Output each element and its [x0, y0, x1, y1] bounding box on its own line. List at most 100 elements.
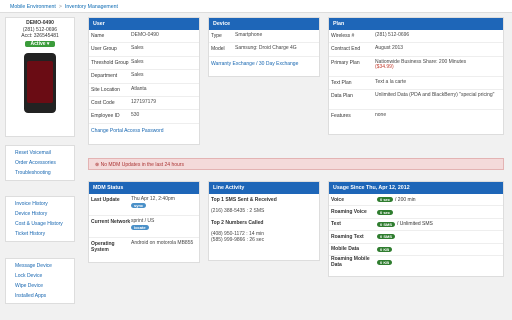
plan-value: Text a la carte [375, 78, 407, 85]
usage-note: / 200 min [395, 196, 416, 203]
device-account: Acct: 326545481 [21, 33, 59, 39]
usage-row: Roaming Mobile Data 0 KB [329, 256, 503, 268]
plan-label: Text Plan [331, 79, 352, 86]
mdm-alert: ⊗ No MDM Updates in the last 24 hours [88, 158, 504, 170]
user-label: Site Location [91, 86, 120, 93]
usage-label: Roaming Mobile Data [331, 256, 370, 269]
usage-badge: 0 SMS [377, 234, 396, 240]
top-calls-header: Top 2 Numbers Called [211, 220, 264, 226]
user-label: Department [91, 73, 118, 80]
device-summary-card: DEMO-0490 (281) 512-0696 Acct: 326545481… [5, 17, 75, 137]
top-sms-header: Top 1 SMS Sent & Received [211, 197, 277, 203]
usage-badge: 0 sec [377, 209, 394, 215]
sidebar-support: Reset Voicemail Order Accessories Troubl… [5, 145, 75, 181]
phone-screen [27, 61, 53, 103]
plan-value: (281) 512-0696 [375, 32, 410, 38]
usage-label: Text [331, 221, 341, 228]
sidebar-item-cost-usage-history[interactable]: Cost & Usage History [6, 219, 74, 229]
user-value: Atlanta [131, 85, 147, 92]
plan-panel: Plan Wireless # (281) 512-0696 Contract E… [328, 17, 504, 135]
usage-badge: 0 SMS [377, 221, 396, 227]
user-label: Name [91, 33, 105, 39]
line-activity-panel: Line Activity Top 1 SMS Sent & Received … [208, 181, 320, 261]
sidebar-history: Invoice History Device History Cost & Us… [5, 196, 75, 242]
breadcrumb: Mobile Environment > Inventory Management [0, 0, 512, 13]
mdm-label: Last Update [91, 197, 120, 203]
device-panel-title: Device [209, 18, 319, 30]
mdm-label: Current Network [91, 219, 131, 225]
mdm-row: Current Network sprint / US locate [89, 216, 199, 238]
network-value: sprint / US [131, 218, 155, 224]
device-status-label: Active [30, 40, 46, 47]
user-row: Site Location Atlanta [89, 84, 199, 97]
plan-value: Nationwide Business Share: 200 Minutes ($… [375, 59, 501, 71]
locate-button[interactable]: locate [131, 224, 149, 230]
crumb-inventory-management[interactable]: Inventory Management [65, 4, 118, 10]
sms-entry: (216) 388-5435 : 2 SMS [211, 208, 265, 214]
mdm-value: sprint / US locate [131, 218, 197, 231]
sidebar-item-device-history[interactable]: Device History [6, 209, 74, 219]
user-row: User Group Sales [89, 43, 199, 57]
sidebar-item-ticket-history[interactable]: Ticket History [6, 229, 74, 239]
plan-value: none [375, 112, 387, 119]
usage-badge: 0 KB [377, 259, 393, 265]
plan-row: Primary Plan Nationwide Business Share: 2… [329, 57, 503, 77]
user-row: Cost Code 127197179 [89, 97, 199, 111]
mdm-label: Operating System [91, 241, 115, 253]
plan-label: Contract End [331, 46, 361, 53]
mdm-status-panel: MDM Status Last Update Thu Apr 12, 2:40pm… [88, 181, 200, 263]
plan-price: ($34.99) [375, 64, 394, 71]
user-panel-title: User [89, 18, 199, 30]
user-value: Sales [131, 45, 144, 52]
usage-row: Roaming Voice 0 sec [329, 206, 503, 219]
sidebar-item-installed-apps[interactable]: Installed Apps [6, 291, 74, 301]
plan-row: Data Plan Unlimited Data (PDA and BlackBe… [329, 90, 503, 111]
usage-badge: 0 KB [377, 246, 393, 252]
usage-row: Mobile Data 0 KB [329, 244, 503, 256]
user-row: Employee ID 530 [89, 110, 199, 124]
sidebar-item-troubleshooting[interactable]: Troubleshooting [6, 168, 74, 178]
user-value: DEMO-0490 [131, 32, 159, 38]
usage-note: / Unlimited SMS [397, 221, 433, 228]
user-label: User Group [91, 46, 117, 53]
user-row: Threshold Group Sales [89, 57, 199, 71]
device-row: Type Smartphone [209, 30, 319, 44]
sidebar-item-wipe-device[interactable]: Wipe Device [6, 281, 74, 291]
device-label: Model [211, 46, 225, 53]
usage-panel-title: Usage Since Thu, Apr 12, 2012 [329, 182, 503, 194]
plan-value: Unlimited Data (PDA and BlackBerry) "spe… [375, 92, 495, 99]
plan-label: Primary Plan [331, 59, 360, 66]
usage-label: Roaming Text [331, 233, 364, 240]
mdm-row: Last Update Thu Apr 12, 2:40pm sync [89, 194, 199, 216]
user-label: Cost Code [91, 99, 115, 106]
user-label: Threshold Group [91, 59, 129, 66]
call-entry: (585) 999-9866 : 26 sec [211, 237, 265, 243]
user-value: Sales [131, 72, 144, 79]
mdm-value: Thu Apr 12, 2:40pm sync [131, 196, 197, 209]
plan-panel-title: Plan [329, 18, 503, 30]
sidebar-item-lock-device[interactable]: Lock Device [6, 271, 74, 281]
device-status-button[interactable]: Active ▾ [24, 40, 56, 47]
warranty-exchange-link[interactable]: Warranty Exchange / 30 Day Exchange [209, 57, 319, 71]
user-label: Employee ID [91, 113, 120, 120]
sync-button[interactable]: sync [131, 202, 147, 208]
plan-row: Wireless # (281) 512-0696 [329, 30, 503, 44]
sidebar-device-actions: Message Device Lock Device Wipe Device I… [5, 258, 75, 304]
user-value: Sales [131, 58, 144, 65]
crumb-mobile-environment[interactable]: Mobile Environment [10, 4, 56, 10]
usage-label: Voice [331, 196, 344, 203]
last-update-value: Thu Apr 12, 2:40pm [131, 196, 175, 202]
sidebar-item-message-device[interactable]: Message Device [6, 261, 74, 271]
sidebar-item-order-accessories[interactable]: Order Accessories [6, 158, 74, 168]
mdm-panel-title: MDM Status [89, 182, 199, 194]
user-panel: User Name DEMO-0490 User Group Sales Thres… [88, 17, 200, 145]
change-password-link[interactable]: Change Portal Access Password [89, 124, 199, 138]
plan-row: Text Plan Text a la carte [329, 77, 503, 91]
usage-label: Mobile Data [331, 246, 360, 253]
sidebar-item-reset-voicemail[interactable]: Reset Voicemail [6, 148, 74, 158]
phone-image [24, 53, 56, 113]
usage-row: Voice 0 sec/ 200 min [329, 194, 503, 207]
line-activity-title: Line Activity [209, 182, 319, 194]
sidebar-item-invoice-history[interactable]: Invoice History [6, 199, 74, 209]
plan-row: Features none [329, 110, 503, 123]
